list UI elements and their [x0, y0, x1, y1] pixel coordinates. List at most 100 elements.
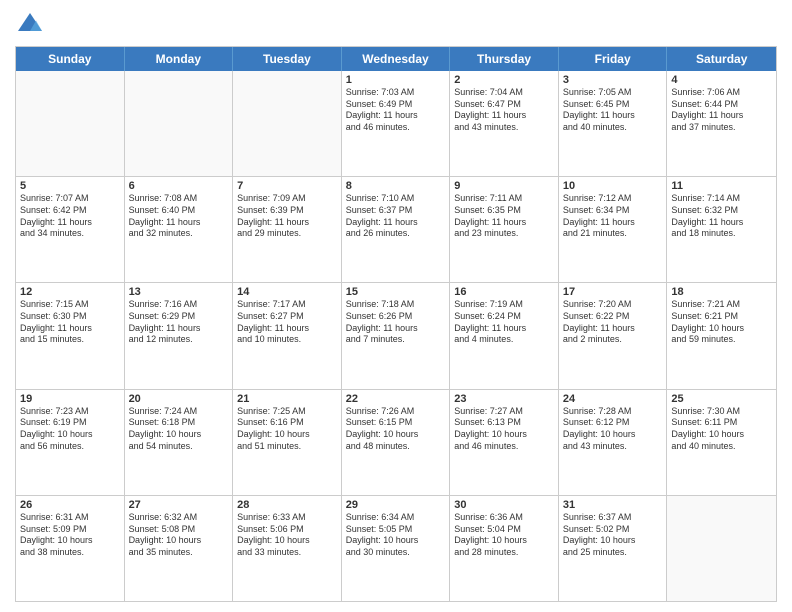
header-day-thursday: Thursday — [450, 47, 559, 71]
day-number: 11 — [671, 180, 772, 192]
cell-info-line: Daylight: 11 hours — [346, 110, 446, 122]
cell-info-line: Daylight: 10 hours — [671, 429, 772, 441]
cell-info-line: Sunset: 6:27 PM — [237, 311, 337, 323]
cell-info-line: and 29 minutes. — [237, 228, 337, 240]
cell-info-line: Sunset: 6:13 PM — [454, 417, 554, 429]
cell-info-line: Sunrise: 7:19 AM — [454, 299, 554, 311]
day-number: 1 — [346, 74, 446, 86]
cell-info-line: and 26 minutes. — [346, 228, 446, 240]
day-number: 31 — [563, 499, 663, 511]
day-number: 21 — [237, 393, 337, 405]
logo — [15, 10, 49, 40]
day-number: 7 — [237, 180, 337, 192]
day-number: 27 — [129, 499, 229, 511]
cal-cell: 13Sunrise: 7:16 AMSunset: 6:29 PMDayligh… — [125, 283, 234, 388]
cal-cell: 10Sunrise: 7:12 AMSunset: 6:34 PMDayligh… — [559, 177, 668, 282]
cell-info-line: Daylight: 11 hours — [346, 323, 446, 335]
cal-cell: 17Sunrise: 7:20 AMSunset: 6:22 PMDayligh… — [559, 283, 668, 388]
cell-info-line: Daylight: 10 hours — [129, 429, 229, 441]
cell-info-line: Sunset: 6:30 PM — [20, 311, 120, 323]
day-number: 14 — [237, 286, 337, 298]
cell-info-line: Sunrise: 7:05 AM — [563, 87, 663, 99]
cal-cell: 3Sunrise: 7:05 AMSunset: 6:45 PMDaylight… — [559, 71, 668, 176]
cell-info-line: Daylight: 11 hours — [129, 323, 229, 335]
cell-info-line: Sunrise: 7:18 AM — [346, 299, 446, 311]
cell-info-line: Daylight: 10 hours — [346, 429, 446, 441]
cell-info-line: and 4 minutes. — [454, 334, 554, 346]
cell-info-line: and 46 minutes. — [346, 122, 446, 134]
day-number: 6 — [129, 180, 229, 192]
cal-cell: 20Sunrise: 7:24 AMSunset: 6:18 PMDayligh… — [125, 390, 234, 495]
cell-info-line: Sunset: 5:04 PM — [454, 524, 554, 536]
cell-info-line: Sunset: 6:26 PM — [346, 311, 446, 323]
cal-cell: 12Sunrise: 7:15 AMSunset: 6:30 PMDayligh… — [16, 283, 125, 388]
day-number: 13 — [129, 286, 229, 298]
cal-cell: 2Sunrise: 7:04 AMSunset: 6:47 PMDaylight… — [450, 71, 559, 176]
cell-info-line: Sunset: 6:44 PM — [671, 99, 772, 111]
header-day-wednesday: Wednesday — [342, 47, 451, 71]
cal-cell: 15Sunrise: 7:18 AMSunset: 6:26 PMDayligh… — [342, 283, 451, 388]
cell-info-line: Sunrise: 6:37 AM — [563, 512, 663, 524]
cell-info-line: and 40 minutes. — [563, 122, 663, 134]
cal-cell: 27Sunrise: 6:32 AMSunset: 5:08 PMDayligh… — [125, 496, 234, 601]
calendar-row-4: 19Sunrise: 7:23 AMSunset: 6:19 PMDayligh… — [16, 390, 776, 496]
cell-info-line: Daylight: 11 hours — [671, 110, 772, 122]
cell-info-line: Daylight: 10 hours — [129, 535, 229, 547]
cell-info-line: Sunrise: 7:07 AM — [20, 193, 120, 205]
day-number: 15 — [346, 286, 446, 298]
cal-cell: 25Sunrise: 7:30 AMSunset: 6:11 PMDayligh… — [667, 390, 776, 495]
cell-info-line: Sunrise: 6:34 AM — [346, 512, 446, 524]
cell-info-line: Daylight: 11 hours — [129, 217, 229, 229]
cell-info-line: and 10 minutes. — [237, 334, 337, 346]
day-number: 30 — [454, 499, 554, 511]
day-number: 10 — [563, 180, 663, 192]
cell-info-line: Sunrise: 7:14 AM — [671, 193, 772, 205]
cal-cell: 9Sunrise: 7:11 AMSunset: 6:35 PMDaylight… — [450, 177, 559, 282]
cell-info-line: Sunrise: 7:08 AM — [129, 193, 229, 205]
cell-info-line: Daylight: 11 hours — [237, 323, 337, 335]
cell-info-line: Daylight: 10 hours — [20, 429, 120, 441]
cal-cell: 1Sunrise: 7:03 AMSunset: 6:49 PMDaylight… — [342, 71, 451, 176]
calendar-body: 1Sunrise: 7:03 AMSunset: 6:49 PMDaylight… — [16, 71, 776, 601]
header-day-saturday: Saturday — [667, 47, 776, 71]
cell-info-line: and 21 minutes. — [563, 228, 663, 240]
day-number: 5 — [20, 180, 120, 192]
cell-info-line: Sunrise: 7:28 AM — [563, 406, 663, 418]
cell-info-line: Daylight: 11 hours — [563, 110, 663, 122]
day-number: 16 — [454, 286, 554, 298]
cell-info-line: Sunset: 6:47 PM — [454, 99, 554, 111]
cell-info-line: Sunrise: 7:16 AM — [129, 299, 229, 311]
cell-info-line: and 2 minutes. — [563, 334, 663, 346]
cell-info-line: and 32 minutes. — [129, 228, 229, 240]
cell-info-line: and 28 minutes. — [454, 547, 554, 559]
cal-cell: 21Sunrise: 7:25 AMSunset: 6:16 PMDayligh… — [233, 390, 342, 495]
header-day-sunday: Sunday — [16, 47, 125, 71]
cell-info-line: Sunrise: 7:25 AM — [237, 406, 337, 418]
day-number: 20 — [129, 393, 229, 405]
cell-info-line: and 51 minutes. — [237, 441, 337, 453]
cal-cell: 5Sunrise: 7:07 AMSunset: 6:42 PMDaylight… — [16, 177, 125, 282]
cell-info-line: Sunrise: 7:24 AM — [129, 406, 229, 418]
cell-info-line: Sunrise: 7:15 AM — [20, 299, 120, 311]
cell-info-line: Sunset: 6:29 PM — [129, 311, 229, 323]
cell-info-line: Daylight: 11 hours — [454, 110, 554, 122]
day-number: 25 — [671, 393, 772, 405]
header-day-monday: Monday — [125, 47, 234, 71]
day-number: 29 — [346, 499, 446, 511]
header-day-tuesday: Tuesday — [233, 47, 342, 71]
cell-info-line: Sunrise: 6:36 AM — [454, 512, 554, 524]
cell-info-line: Sunset: 5:06 PM — [237, 524, 337, 536]
cell-info-line: Sunset: 6:21 PM — [671, 311, 772, 323]
cell-info-line: Sunrise: 7:03 AM — [346, 87, 446, 99]
cell-info-line: Daylight: 11 hours — [346, 217, 446, 229]
cell-info-line: Sunrise: 7:12 AM — [563, 193, 663, 205]
cal-cell: 19Sunrise: 7:23 AMSunset: 6:19 PMDayligh… — [16, 390, 125, 495]
calendar-row-5: 26Sunrise: 6:31 AMSunset: 5:09 PMDayligh… — [16, 496, 776, 601]
cal-cell: 26Sunrise: 6:31 AMSunset: 5:09 PMDayligh… — [16, 496, 125, 601]
cell-info-line: and 59 minutes. — [671, 334, 772, 346]
cal-cell: 16Sunrise: 7:19 AMSunset: 6:24 PMDayligh… — [450, 283, 559, 388]
cal-cell: 11Sunrise: 7:14 AMSunset: 6:32 PMDayligh… — [667, 177, 776, 282]
cal-cell: 8Sunrise: 7:10 AMSunset: 6:37 PMDaylight… — [342, 177, 451, 282]
cell-info-line: and 56 minutes. — [20, 441, 120, 453]
day-number: 26 — [20, 499, 120, 511]
